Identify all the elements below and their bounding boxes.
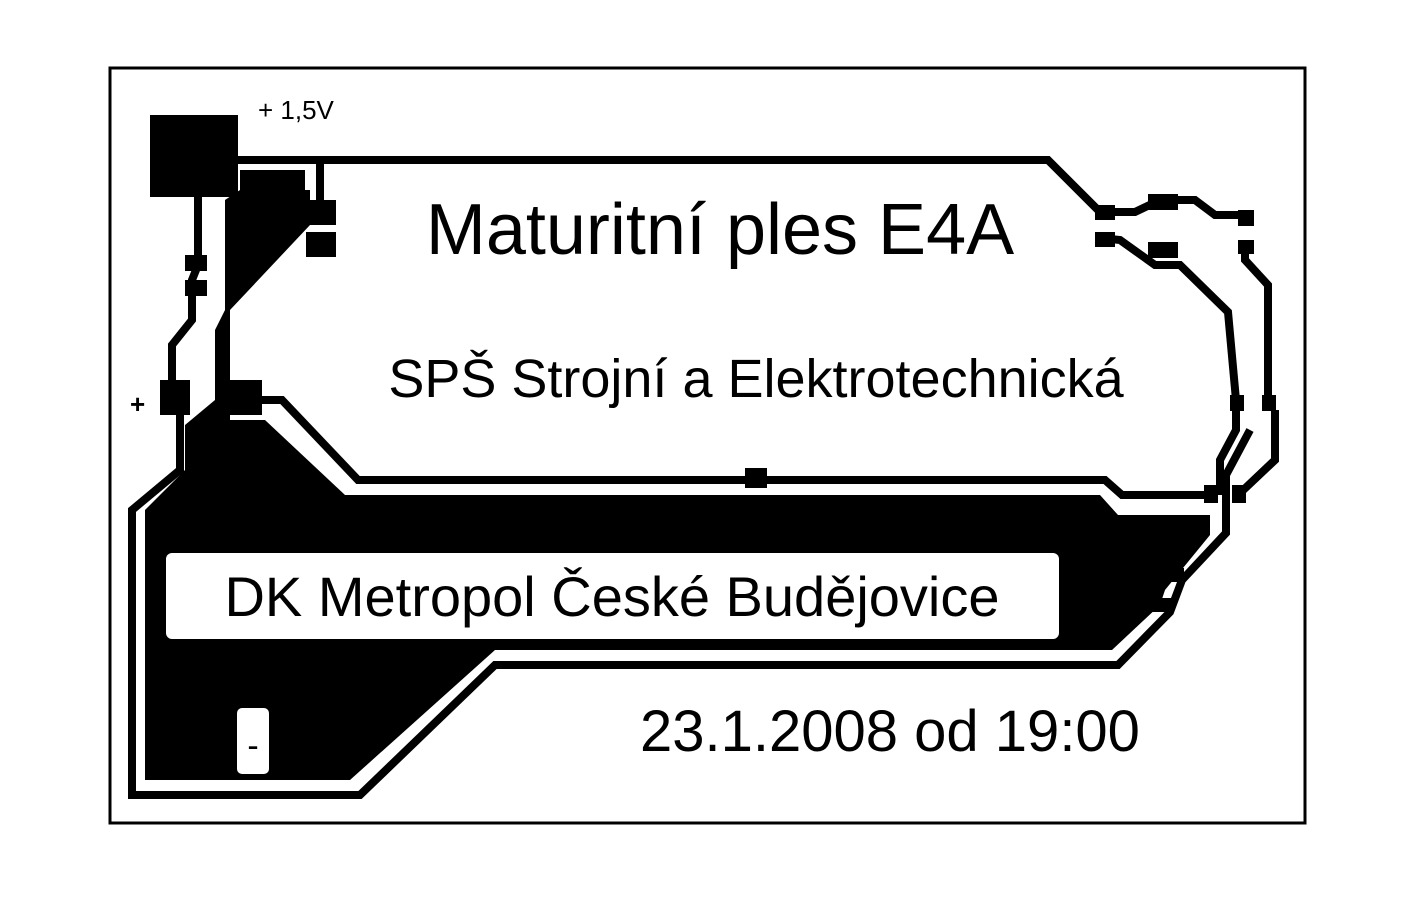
pad bbox=[306, 200, 336, 225]
pad bbox=[1148, 242, 1178, 258]
pad bbox=[1204, 485, 1218, 503]
pad bbox=[1095, 232, 1115, 247]
pad bbox=[745, 468, 767, 488]
right-branch-3 bbox=[1241, 245, 1272, 400]
datetime-text: 23.1.2008 od 19:00 bbox=[640, 699, 1140, 764]
pad bbox=[1238, 240, 1254, 254]
bottom-loop-trace bbox=[262, 396, 1210, 499]
title-text: Maturitní ples E4A bbox=[426, 190, 1014, 270]
pad bbox=[1162, 568, 1184, 582]
pad bbox=[306, 232, 336, 257]
pad bbox=[1232, 485, 1246, 503]
right-branch-4 bbox=[1235, 410, 1279, 498]
pad bbox=[1095, 205, 1115, 220]
pad bbox=[160, 380, 190, 415]
minus-terminal-label: - bbox=[247, 727, 258, 765]
pad bbox=[1262, 395, 1276, 411]
voltage-label: + 1,5V bbox=[258, 95, 335, 125]
pcb-layout: + 1,5V + Maturitní ples E4A SPŠ Strojní … bbox=[108, 66, 1307, 825]
pad bbox=[185, 280, 207, 296]
pad bbox=[1148, 194, 1178, 210]
pad bbox=[228, 380, 262, 415]
pad bbox=[185, 255, 207, 271]
pad bbox=[1152, 598, 1174, 612]
plus-terminal-label: + bbox=[130, 389, 145, 419]
pad bbox=[1238, 210, 1254, 226]
venue-text: DK Metropol České Budějovice bbox=[224, 565, 999, 628]
school-text: SPŠ Strojní a Elektrotechnická bbox=[388, 349, 1124, 409]
pad bbox=[1230, 395, 1244, 411]
battery-pad bbox=[150, 115, 238, 197]
